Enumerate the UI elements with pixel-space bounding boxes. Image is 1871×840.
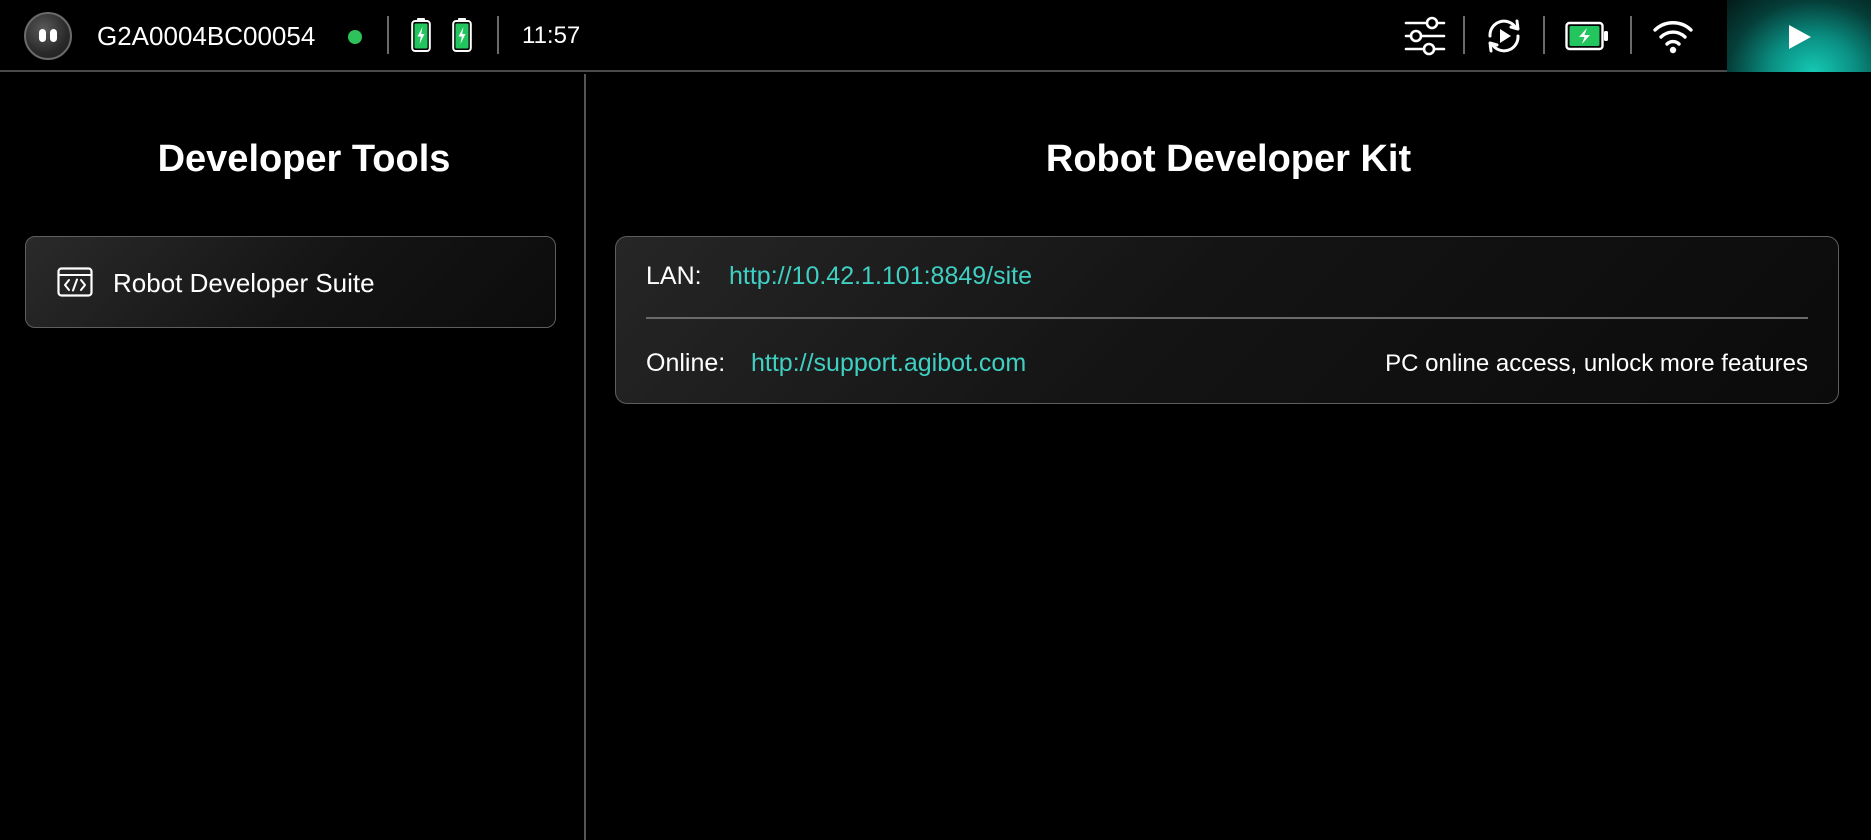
online-access-note: PC online access, unlock more features [1385,350,1808,377]
wifi-icon[interactable] [1651,14,1695,58]
status-divider [1543,16,1545,54]
battery-icon [411,18,431,52]
lan-url-link[interactable]: http://10.42.1.101:8849/site [729,261,1032,291]
row-divider [646,317,1808,319]
status-divider [1630,16,1632,54]
status-bar: G2A0004BC00054 11:57 [0,0,1871,72]
replay-icon[interactable] [1482,14,1526,58]
play-icon [1789,25,1811,49]
status-divider [387,16,389,54]
developer-kit-card: LAN: http://10.42.1.101:8849/site Online… [615,236,1839,404]
robot-avatar-icon[interactable] [24,12,72,60]
status-divider [1463,16,1465,54]
online-label: Online: [646,349,726,377]
sliders-icon[interactable] [1403,14,1447,58]
right-panel-title: Robot Developer Kit [1045,138,1412,180]
lan-label: LAN: [646,262,702,290]
battery-icon [452,18,472,52]
battery-charging-icon [1565,21,1608,51]
device-id: G2A0004BC00054 [97,21,316,51]
status-divider [497,16,499,54]
panel-divider [584,74,586,840]
play-button[interactable] [1727,0,1871,72]
clock: 11:57 [522,22,581,49]
connection-status-dot [348,30,362,44]
online-url-link[interactable]: http://support.agibot.com [751,348,1026,378]
left-panel-title: Developer Tools [157,138,451,180]
robot-developer-suite-label: Robot Developer Suite [113,268,375,298]
robot-developer-suite-item[interactable]: Robot Developer Suite [25,236,556,328]
code-window-icon [57,267,93,297]
